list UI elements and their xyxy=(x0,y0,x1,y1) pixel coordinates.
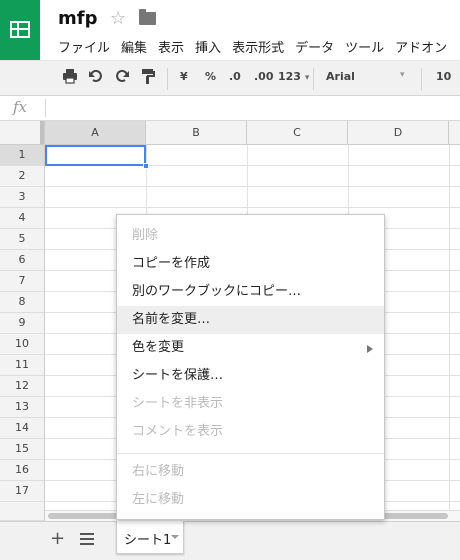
paint-format-icon[interactable] xyxy=(139,68,157,88)
increase-decimal-button[interactable]: .00 xyxy=(254,70,274,83)
row-header[interactable]: 5 xyxy=(0,229,45,250)
gridline xyxy=(45,186,460,187)
column-header-a[interactable]: A xyxy=(45,121,146,145)
menu-item-change-color[interactable]: 色を変更 xyxy=(117,334,384,362)
menu-file[interactable]: ファイル xyxy=(58,37,110,56)
number-format-label: 123 xyxy=(278,70,301,83)
chevron-down-icon: ▾ xyxy=(400,70,405,80)
chevron-down-icon: ▾ xyxy=(304,73,310,83)
menu-item-label: 色を変更 xyxy=(132,340,185,355)
row-header[interactable]: 12 xyxy=(0,376,45,397)
menu-view[interactable]: 表示 xyxy=(158,37,184,56)
select-all-corner[interactable] xyxy=(0,121,45,145)
menu-bar: ファイル 編集 表示 挿入 表示形式 データ ツール アドオン xyxy=(58,37,458,56)
chevron-right-icon xyxy=(367,345,373,353)
folder-icon[interactable] xyxy=(139,9,156,25)
column-header-d[interactable]: D xyxy=(348,121,449,145)
menu-item-copy-to[interactable]: 別のワークブックにコピー… xyxy=(117,278,384,306)
menu-separator xyxy=(117,453,384,454)
row-header[interactable]: 2 xyxy=(0,166,45,187)
menu-item-protect-sheet[interactable]: シートを保護… xyxy=(117,362,384,390)
gridline xyxy=(449,145,450,521)
font-family-dropdown[interactable]: Arial ▾ xyxy=(326,70,405,83)
row-header[interactable] xyxy=(0,502,45,521)
menu-insert[interactable]: 挿入 xyxy=(195,37,221,56)
column-header-c[interactable]: C xyxy=(247,121,348,145)
formula-bar: fx xyxy=(0,96,460,121)
row-header[interactable]: 7 xyxy=(0,271,45,292)
print-icon[interactable] xyxy=(61,68,79,88)
row-header[interactable]: 10 xyxy=(0,334,45,355)
column-header-b[interactable]: B xyxy=(146,121,247,145)
sheet-context-menu: 削除 コピーを作成 別のワークブックにコピー… 名前を変更… 色を変更 シートを… xyxy=(116,214,385,520)
number-format-dropdown[interactable]: 123 ▾ xyxy=(278,70,309,83)
row-header[interactable]: 13 xyxy=(0,397,45,418)
all-sheets-icon[interactable] xyxy=(80,533,94,545)
sheets-logo-icon[interactable] xyxy=(0,0,40,60)
row-header[interactable]: 15 xyxy=(0,439,45,460)
row-header[interactable]: 4 xyxy=(0,208,45,229)
row-header[interactable]: 14 xyxy=(0,418,45,439)
toolbar-separator xyxy=(313,68,314,90)
row-header[interactable]: 11 xyxy=(0,355,45,376)
menu-item-move-right: 右に移動 xyxy=(132,464,185,479)
decrease-decimal-button[interactable]: .0 xyxy=(229,70,241,83)
selected-cell-a1[interactable] xyxy=(45,145,146,166)
menu-addons[interactable]: アドオン xyxy=(395,37,447,56)
toolbar: ¥ % .0 .00 123 ▾ Arial ▾ 10 xyxy=(0,60,460,96)
row-header[interactable]: 1 xyxy=(0,145,45,166)
menu-edit[interactable]: 編集 xyxy=(121,37,147,56)
undo-icon[interactable] xyxy=(87,68,105,88)
row-header[interactable]: 8 xyxy=(0,292,45,313)
redo-icon[interactable] xyxy=(113,68,131,88)
fx-icon: fx xyxy=(13,98,28,116)
row-header[interactable]: 3 xyxy=(0,187,45,208)
gridline xyxy=(45,207,460,208)
menu-tools[interactable]: ツール xyxy=(345,37,384,56)
menu-item-rename[interactable]: 名前を変更… xyxy=(117,306,384,334)
formula-separator xyxy=(45,99,46,117)
menu-item-hide-sheet: シートを非表示 xyxy=(132,396,224,411)
percent-format-button[interactable]: % xyxy=(205,70,216,83)
fill-handle[interactable] xyxy=(143,163,149,169)
font-size-dropdown[interactable]: 10 xyxy=(436,70,451,83)
document-title[interactable]: mfp xyxy=(58,8,97,29)
font-family-label: Arial xyxy=(326,70,355,83)
sheet-bar: + シート1 xyxy=(0,521,460,560)
sheet-tab[interactable]: シート1 xyxy=(116,521,184,554)
currency-format-button[interactable]: ¥ xyxy=(180,70,188,83)
menu-item-move-left: 左に移動 xyxy=(132,492,185,507)
toolbar-separator xyxy=(167,68,168,90)
row-header[interactable]: 6 xyxy=(0,250,45,271)
row-header[interactable]: 16 xyxy=(0,460,45,481)
chevron-down-icon[interactable] xyxy=(171,535,179,539)
row-header[interactable]: 9 xyxy=(0,313,45,334)
sheet-tab-label: シート1 xyxy=(124,533,172,548)
menu-format[interactable]: 表示形式 xyxy=(232,37,284,56)
menu-item-duplicate[interactable]: コピーを作成 xyxy=(117,250,384,278)
column-header-e[interactable] xyxy=(449,121,460,145)
row-header[interactable]: 17 xyxy=(0,481,45,502)
menu-item-show-comments: コメントを表示 xyxy=(132,424,224,439)
toolbar-separator xyxy=(421,68,422,90)
menu-item-delete: 削除 xyxy=(132,228,159,243)
app-header: mfp ☆ ファイル 編集 表示 挿入 表示形式 データ ツール アドオン xyxy=(0,0,460,60)
star-icon[interactable]: ☆ xyxy=(110,8,126,29)
menu-data[interactable]: データ xyxy=(295,37,334,56)
add-sheet-icon[interactable]: + xyxy=(50,528,65,549)
